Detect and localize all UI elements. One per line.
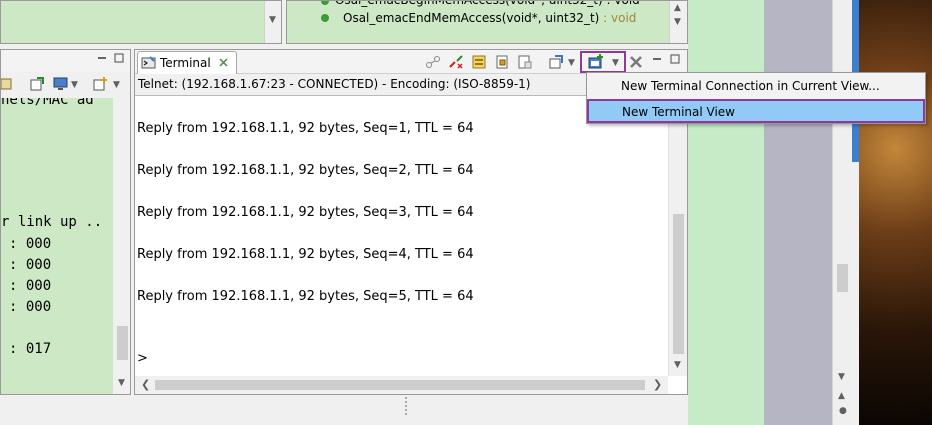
console-icon[interactable] xyxy=(1,76,17,92)
outline-item-begin[interactable]: Osal_emacBeginMemAccess(void*, uint32_t)… xyxy=(335,1,640,9)
console-line: nels/MAC ad xyxy=(1,98,94,108)
terminal-icon xyxy=(141,56,156,69)
left-console-output[interactable]: nels/MAC ad r link up .. : 000 : 000 : 0… xyxy=(1,98,113,394)
console-line: : 000 xyxy=(9,278,52,294)
maximize-icon[interactable] xyxy=(670,54,680,64)
chevron-down-icon[interactable]: ▼ xyxy=(269,15,276,25)
scroll-thumb[interactable] xyxy=(117,326,128,360)
top-left-pane: ▼ xyxy=(0,0,282,44)
chevron-down-icon[interactable]: ▼ xyxy=(838,372,845,382)
outline-item-end[interactable]: Osal_emacEndMemAccess(void*, uint32_t) :… xyxy=(343,9,636,27)
chevron-up-icon[interactable]: ▲ xyxy=(674,3,681,13)
pin-view-icon[interactable] xyxy=(549,54,565,70)
console-line: : 017 xyxy=(9,341,52,357)
top-left-scrollbar[interactable]: ▼ xyxy=(264,1,281,43)
maximize-icon[interactable] xyxy=(114,53,124,63)
left-console-view: ▼ ▼ nels/MAC ad r link up .. : 000 : 000… xyxy=(0,49,131,395)
scroll-thumb[interactable] xyxy=(837,264,848,292)
minimize-icon[interactable] xyxy=(97,53,107,63)
side-scrollbar[interactable]: ▼ ▲ ● xyxy=(832,0,852,425)
method-icon xyxy=(321,1,329,5)
connect-icon[interactable] xyxy=(425,54,441,70)
chevron-down-icon[interactable]: ▼ xyxy=(674,17,681,27)
chevron-left-icon[interactable]: ❮ xyxy=(141,379,150,390)
pin-console-icon[interactable] xyxy=(29,76,45,92)
chevron-down-icon[interactable]: ▼ xyxy=(71,80,78,90)
background-photo xyxy=(859,0,932,425)
terminal-horizontal-scrollbar[interactable]: ❮ ❯ xyxy=(135,376,668,394)
scroll-thumb[interactable] xyxy=(155,380,645,390)
chevron-right-icon[interactable]: ❯ xyxy=(653,379,662,390)
left-toolbar: ▼ ▼ xyxy=(1,72,130,96)
editor-margin xyxy=(688,0,764,425)
left-console-scrollbar[interactable]: ▼ xyxy=(113,98,130,394)
outline-item-name: Osal_emacEndMemAccess(void*, uint32_t) xyxy=(343,11,600,25)
new-terminal-dropdown-menu: New Terminal Connection in Current View.… xyxy=(586,72,926,124)
remove-terminal-icon[interactable] xyxy=(628,54,644,70)
terminal-vertical-scrollbar[interactable]: ▼ xyxy=(668,96,687,376)
chevron-down-icon[interactable]: ▼ xyxy=(113,80,120,90)
clear-terminal-icon[interactable] xyxy=(517,54,533,70)
console-line: : 000 xyxy=(9,236,52,252)
disconnect-icon[interactable] xyxy=(448,54,464,70)
left-view-header xyxy=(1,50,130,72)
chevron-down-icon[interactable]: ▼ xyxy=(674,360,681,370)
chevron-down-icon[interactable]: ▼ xyxy=(568,58,575,68)
outline-pane: Osal_emacBeginMemAccess(void*, uint32_t)… xyxy=(286,0,688,44)
tab-terminal[interactable]: Terminal xyxy=(137,51,237,74)
terminal-output[interactable]: Reply from 192.168.1.1, 92 bytes, Seq=1,… xyxy=(135,96,668,376)
scroll-lock-icon[interactable] xyxy=(494,54,510,70)
bottom-panel-border xyxy=(0,395,688,425)
terminal-prompt: > xyxy=(137,351,148,366)
open-console-icon[interactable] xyxy=(93,76,109,92)
tab-label: Terminal xyxy=(160,56,211,70)
new-terminal-icon[interactable] xyxy=(588,54,604,70)
outline-item-type: : void xyxy=(599,11,637,25)
terminal-line: Reply from 192.168.1.1, 92 bytes, Seq=2,… xyxy=(137,163,474,178)
settings-icon[interactable] xyxy=(471,54,487,70)
console-line: : 000 xyxy=(9,257,52,273)
minimize-icon[interactable] xyxy=(652,54,662,64)
chevron-up-icon[interactable]: ▲ xyxy=(838,391,845,401)
terminal-line: Reply from 192.168.1.1, 92 bytes, Seq=3,… xyxy=(137,205,474,220)
terminal-tab-strip: Terminal ▼ ▼ xyxy=(135,50,687,74)
chevron-down-icon[interactable]: ▼ xyxy=(612,58,619,68)
display-console-icon[interactable] xyxy=(53,76,69,92)
console-line: : 000 xyxy=(9,299,52,315)
outline-scrollbar[interactable]: ▲ ▼ xyxy=(669,1,687,43)
terminal-line: Reply from 192.168.1.1, 92 bytes, Seq=4,… xyxy=(137,247,474,262)
chevron-down-icon[interactable]: ▼ xyxy=(118,378,125,388)
console-line: r link up .. xyxy=(1,214,103,230)
menu-item-new-terminal-connection[interactable]: New Terminal Connection in Current View.… xyxy=(588,75,924,97)
sash-handle[interactable] xyxy=(405,397,407,415)
method-icon xyxy=(321,14,329,22)
close-icon[interactable] xyxy=(218,57,229,68)
scroll-thumb[interactable] xyxy=(673,214,684,354)
menu-item-new-terminal-view[interactable]: New Terminal View xyxy=(587,99,925,123)
terminal-line: Reply from 192.168.1.1, 92 bytes, Seq=1,… xyxy=(137,121,474,136)
terminal-line: Reply from 192.168.1.1, 92 bytes, Seq=5,… xyxy=(137,289,474,304)
dot-icon[interactable]: ● xyxy=(839,406,847,416)
